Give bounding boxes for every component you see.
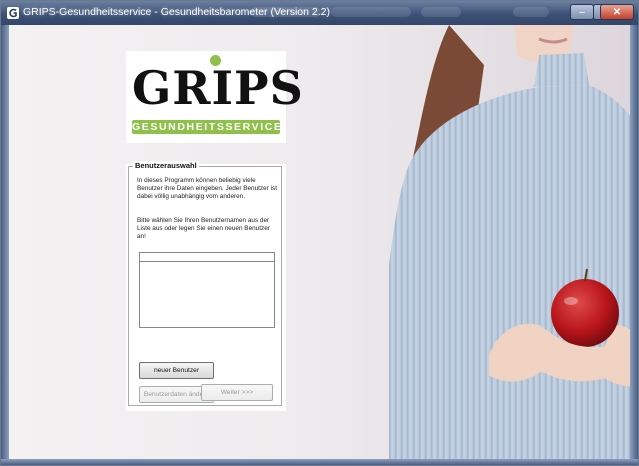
user-list-item[interactable] xyxy=(140,253,274,262)
minimize-icon: – xyxy=(579,6,585,18)
next-button[interactable]: Weiter >>> xyxy=(201,384,273,401)
instruction-text: Bitte wählen Sie Ihren Benutzernamen aus… xyxy=(137,217,270,240)
app-icon xyxy=(7,7,19,19)
logo-tagline: GESUNDHEITSSERVICE xyxy=(132,120,283,134)
titlebar-glass-reflection xyxy=(421,7,461,17)
close-icon: ✕ xyxy=(612,6,622,18)
intro-text: In dieses Programm können beliebig viele… xyxy=(137,177,277,200)
group-legend: Benutzerauswahl xyxy=(133,161,199,170)
titlebar-glass-reflection xyxy=(513,7,549,17)
new-user-button[interactable]: neuer Benutzer xyxy=(139,362,214,379)
logo-wordmark: GRIPS xyxy=(132,61,304,115)
user-selection-group: Benutzerauswahl In dieses Programm könne… xyxy=(128,161,282,406)
titlebar-glass-reflection xyxy=(251,7,321,17)
user-selection-panel: Benutzerauswahl In dieses Programm könne… xyxy=(126,161,286,411)
window-frame-bottom xyxy=(1,459,638,465)
window-frame-left xyxy=(1,25,9,465)
grips-logo: GRIPS GESUNDHEITSSERVICE xyxy=(126,51,304,143)
close-button[interactable]: ✕ xyxy=(600,4,634,20)
app-window: GRIPS-Gesundheitsservice - Gesundheitsba… xyxy=(0,0,639,466)
user-listbox[interactable] xyxy=(139,252,275,328)
titlebar-glass-reflection xyxy=(331,7,411,17)
window-frame-right xyxy=(630,25,638,465)
client-area: GRIPS GESUNDHEITSSERVICE Benutzerauswahl… xyxy=(9,25,630,459)
minimize-button[interactable]: – xyxy=(570,4,594,20)
woman-with-apple-photo xyxy=(389,25,630,459)
title-bar[interactable]: GRIPS-Gesundheitsservice - Gesundheitsba… xyxy=(1,1,638,25)
